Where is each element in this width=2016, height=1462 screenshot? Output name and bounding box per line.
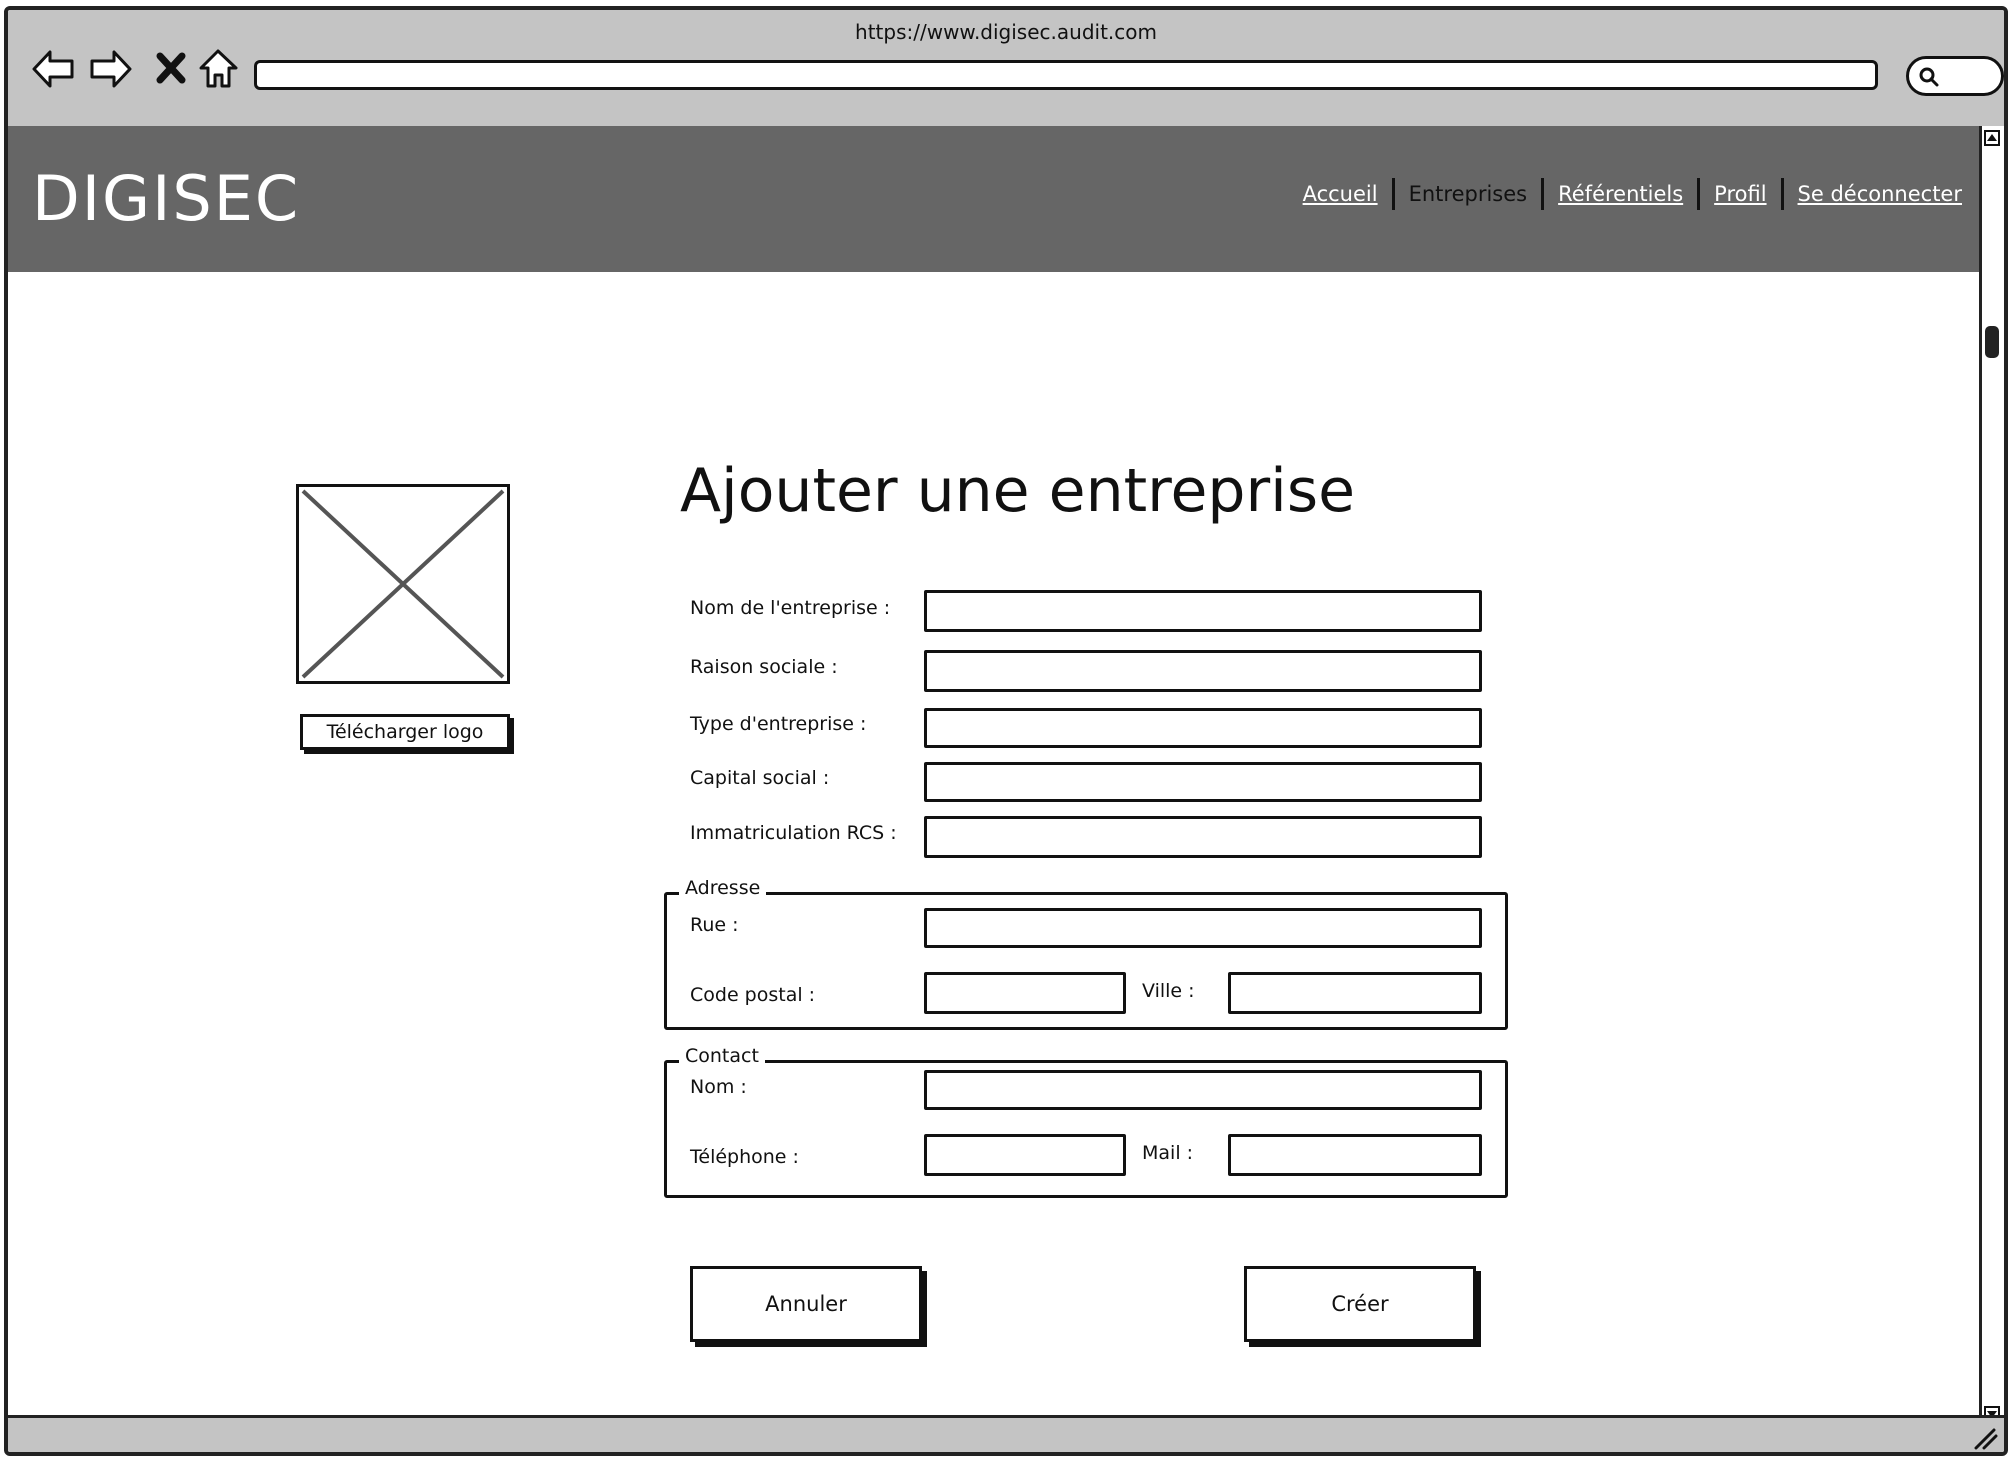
top-navigation: Accueil Entreprises Référentiels Profil … xyxy=(1289,178,1976,210)
upload-logo-button[interactable]: Télécharger logo xyxy=(300,714,510,750)
image-placeholder-icon xyxy=(301,489,505,679)
nav-referentiels[interactable]: Référentiels xyxy=(1544,182,1697,206)
city-input[interactable] xyxy=(1228,972,1482,1014)
company-name-input[interactable] xyxy=(924,590,1482,632)
address-legend: Adresse xyxy=(679,877,767,899)
street-label: Rue : xyxy=(690,914,739,936)
capital-label: Capital social : xyxy=(690,767,830,789)
postal-code-label: Code postal : xyxy=(690,984,816,1006)
close-icon[interactable] xyxy=(150,46,196,92)
nav-profil[interactable]: Profil xyxy=(1700,182,1780,206)
browser-toolbar: https://www.digisec.audit.com xyxy=(8,10,2004,129)
search-icon xyxy=(1919,67,1939,87)
company-type-label: Type d'entreprise : xyxy=(690,713,867,735)
company-name-label: Nom de l'entreprise : xyxy=(690,597,891,619)
nav-accueil[interactable]: Accueil xyxy=(1289,182,1392,206)
browser-status-bar xyxy=(8,1415,2004,1452)
nav-logout[interactable]: Se déconnecter xyxy=(1784,182,1976,206)
phone-label: Téléphone : xyxy=(690,1146,799,1168)
contact-legend: Contact xyxy=(679,1045,765,1067)
browser-search-box[interactable] xyxy=(1906,56,2004,96)
city-label: Ville : xyxy=(1142,980,1195,1002)
scrollbar-thumb[interactable] xyxy=(1985,326,1999,358)
forward-arrow-icon[interactable] xyxy=(88,46,134,92)
mail-label: Mail : xyxy=(1142,1142,1194,1164)
postal-code-input[interactable] xyxy=(924,972,1126,1014)
company-type-input[interactable] xyxy=(924,708,1482,748)
page-title: Ajouter une entreprise xyxy=(680,456,1355,526)
rcs-input[interactable] xyxy=(924,816,1482,858)
nav-entreprises[interactable]: Entreprises xyxy=(1395,182,1542,206)
cancel-button[interactable]: Annuler xyxy=(690,1266,922,1342)
company-logo-placeholder xyxy=(296,484,510,684)
address-bar[interactable] xyxy=(254,60,1878,90)
phone-input[interactable] xyxy=(924,1134,1126,1176)
create-button[interactable]: Créer xyxy=(1244,1266,1476,1342)
raison-sociale-label: Raison sociale : xyxy=(690,656,838,678)
resize-grip-icon[interactable] xyxy=(1972,1424,1998,1450)
capital-input[interactable] xyxy=(924,762,1482,802)
home-icon[interactable] xyxy=(196,46,242,92)
contact-name-label: Nom : xyxy=(690,1076,747,1098)
app-logo: DIGISEC xyxy=(32,162,301,235)
raison-sociale-input[interactable] xyxy=(924,650,1482,692)
back-arrow-icon[interactable] xyxy=(30,46,76,92)
street-input[interactable] xyxy=(924,908,1482,948)
app-header: DIGISEC Accueil Entreprises Référentiels… xyxy=(8,126,1990,272)
browser-window: https://www.digisec.audit.com DIGISEC Ac… xyxy=(4,6,2008,1456)
rcs-label: Immatriculation RCS : xyxy=(690,822,897,844)
scroll-up-icon[interactable] xyxy=(1984,130,2000,146)
contact-name-input[interactable] xyxy=(924,1070,1482,1110)
url-text: https://www.digisec.audit.com xyxy=(855,20,1157,44)
vertical-scrollbar[interactable] xyxy=(1979,126,2004,1426)
mail-input[interactable] xyxy=(1228,1134,1482,1176)
